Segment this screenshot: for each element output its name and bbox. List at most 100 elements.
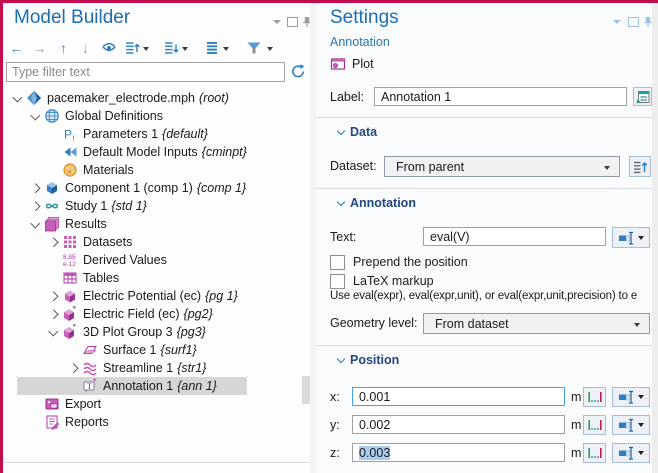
settings-title: Settings bbox=[330, 7, 399, 29]
model-builder-title: Model Builder bbox=[14, 7, 130, 29]
node-text-icon[interactable] bbox=[204, 40, 221, 56]
tree-item-datasets[interactable]: Datasets bbox=[3, 233, 310, 251]
chevron-expanded-icon[interactable] bbox=[27, 114, 43, 119]
chevron-collapsed-icon[interactable] bbox=[27, 185, 43, 192]
tree-item-annotation[interactable]: T* Annotation 1 {ann 1} bbox=[17, 377, 247, 395]
datasets-icon bbox=[62, 234, 78, 250]
restore-window-icon[interactable] bbox=[626, 16, 640, 28]
chevron-collapsed-icon[interactable] bbox=[45, 293, 61, 300]
chevron-collapsed-icon[interactable] bbox=[27, 203, 43, 210]
section-chevron-icon[interactable] bbox=[332, 130, 350, 134]
tree-item-tables[interactable]: Tables bbox=[3, 269, 310, 287]
move-up-arrow-icon[interactable]: ↑ bbox=[55, 40, 72, 56]
dropdown-caret-icon bbox=[638, 423, 644, 427]
chevron-collapsed-icon[interactable] bbox=[45, 239, 61, 246]
chevron-collapsed-icon[interactable] bbox=[65, 365, 81, 372]
rename-button[interactable] bbox=[633, 87, 652, 106]
scrollbar-thumb[interactable] bbox=[302, 376, 310, 404]
z-insert-expression-button[interactable] bbox=[612, 443, 650, 463]
filter-funnel-icon[interactable] bbox=[246, 40, 263, 56]
x-range-button[interactable] bbox=[583, 387, 606, 407]
plot-group-new-icon: * bbox=[62, 306, 78, 322]
dataset-dropdown[interactable]: From parent bbox=[384, 156, 620, 177]
plot-group-new-icon: * bbox=[62, 324, 78, 340]
expand-all-caret[interactable] bbox=[143, 47, 149, 51]
tree-item-root[interactable]: pacemaker_electrode.mph (root) bbox=[3, 89, 310, 107]
tree-item-streamline[interactable]: Streamline 1 {str1} bbox=[3, 359, 310, 377]
data-section-header[interactable]: Data bbox=[332, 124, 377, 140]
z-input[interactable]: 0.003 bbox=[352, 443, 565, 462]
pin-icon[interactable] bbox=[641, 16, 652, 28]
y-range-button[interactable] bbox=[583, 415, 606, 435]
tree-item-global-definitions[interactable]: Global Definitions bbox=[3, 107, 310, 125]
settings-subtitle-link[interactable]: Annotation bbox=[330, 35, 390, 49]
collapse-all-caret[interactable] bbox=[182, 47, 188, 51]
y-input[interactable] bbox=[352, 415, 565, 434]
panel-splitter[interactable] bbox=[310, 3, 316, 473]
tree-item-export[interactable]: Export bbox=[3, 395, 310, 413]
move-down-arrow-icon[interactable]: ↓ bbox=[77, 40, 94, 56]
pin-icon[interactable] bbox=[300, 16, 310, 28]
component-icon bbox=[44, 180, 60, 196]
tree-item-derived-values[interactable]: 8.85e-12 Derived Values bbox=[3, 251, 310, 269]
x-input[interactable] bbox=[352, 387, 565, 406]
annotation-section-header[interactable]: Annotation bbox=[332, 195, 416, 211]
refresh-icon[interactable] bbox=[290, 63, 306, 79]
tree-item-study[interactable]: Study 1 {std 1} bbox=[3, 197, 310, 215]
section-chevron-icon[interactable] bbox=[332, 358, 350, 362]
tree-item-parameters[interactable]: Pi Parameters 1 {default} bbox=[3, 125, 310, 143]
plot-button[interactable]: Plot bbox=[330, 55, 374, 73]
svg-text:T: T bbox=[87, 382, 92, 391]
tree-item-electric-field[interactable]: * Electric Field (ec) {pg2} bbox=[3, 305, 310, 323]
show-eye-icon[interactable] bbox=[101, 40, 118, 56]
label-input[interactable] bbox=[374, 87, 627, 106]
restore-window-icon[interactable] bbox=[285, 16, 299, 28]
collapse-all-icon[interactable] bbox=[163, 40, 180, 56]
filter-funnel-caret[interactable] bbox=[267, 47, 273, 51]
position-z-row: z: 0.003 m bbox=[330, 443, 650, 463]
eval-hint-text: Use eval(expr), eval(expr,unit), or eval… bbox=[330, 290, 652, 302]
node-text-caret[interactable] bbox=[223, 47, 229, 51]
chevron-expanded-icon[interactable] bbox=[45, 330, 61, 335]
y-unit: m bbox=[571, 418, 581, 432]
settings-panel: Settings Annotation Plot Label: Data Dat… bbox=[316, 3, 652, 473]
geometry-level-dropdown[interactable]: From dataset bbox=[423, 313, 650, 334]
section-chevron-icon[interactable] bbox=[332, 201, 350, 205]
panel-menu-icon[interactable] bbox=[610, 16, 624, 28]
tree-item-default-model-inputs[interactable]: Default Model Inputs {cminpt} bbox=[3, 143, 310, 161]
tree-item-reports[interactable]: Reports bbox=[3, 413, 310, 431]
tree-item-component[interactable]: Component 1 (comp 1) {comp 1} bbox=[3, 179, 310, 197]
filter-input[interactable] bbox=[6, 62, 285, 82]
chevron-expanded-icon[interactable] bbox=[9, 96, 25, 101]
range-icon bbox=[587, 389, 603, 405]
z-range-button[interactable] bbox=[583, 443, 606, 463]
y-insert-expression-button[interactable] bbox=[612, 415, 650, 435]
tree-item-results[interactable]: Results bbox=[3, 215, 310, 233]
back-arrow-icon[interactable]: ← bbox=[8, 40, 25, 56]
surface-icon bbox=[82, 342, 98, 358]
svg-text:P: P bbox=[64, 128, 72, 142]
expand-all-icon[interactable] bbox=[124, 40, 141, 56]
tree-item-materials[interactable]: Materials bbox=[3, 161, 310, 179]
position-section-header[interactable]: Position bbox=[332, 352, 399, 368]
insert-expression-button[interactable] bbox=[612, 227, 650, 248]
go-to-source-button[interactable] bbox=[629, 156, 651, 177]
tree-item-electric-potential[interactable]: Electric Potential (ec) {pg 1} bbox=[3, 287, 310, 305]
prepend-position-checkbox-row[interactable]: Prepend the position bbox=[330, 254, 468, 270]
chevron-collapsed-icon[interactable] bbox=[45, 311, 61, 318]
prepend-position-checkbox[interactable] bbox=[330, 255, 345, 270]
right-edge-strip bbox=[652, 3, 658, 473]
insert-expression-icon bbox=[618, 230, 634, 246]
tree-item-surface[interactable]: Surface 1 {surf1} bbox=[3, 341, 310, 359]
chevron-expanded-icon[interactable] bbox=[27, 222, 43, 227]
forward-arrow-icon[interactable]: → bbox=[31, 40, 48, 56]
svg-text:e-12: e-12 bbox=[63, 261, 76, 268]
tree-item-3d-plot-group[interactable]: * 3D Plot Group 3 {pg3} bbox=[3, 323, 310, 341]
panel-menu-icon[interactable] bbox=[270, 16, 284, 28]
plot-group-icon bbox=[62, 288, 78, 304]
latex-markup-checkbox[interactable] bbox=[330, 274, 345, 289]
annotation-icon: T* bbox=[82, 378, 98, 394]
annotation-text-input[interactable] bbox=[423, 227, 606, 246]
latex-markup-checkbox-row[interactable]: LaTeX markup bbox=[330, 273, 434, 289]
x-insert-expression-button[interactable] bbox=[612, 387, 650, 407]
